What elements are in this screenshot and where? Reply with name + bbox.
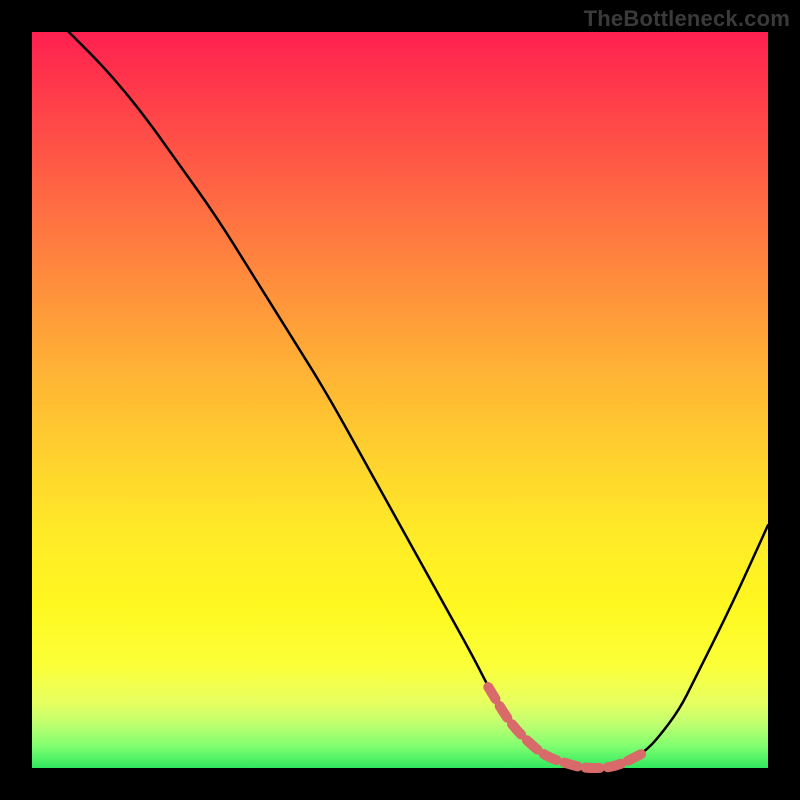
plot-area	[32, 32, 768, 768]
chart-svg	[32, 32, 768, 768]
optimal-range-highlight	[488, 687, 643, 768]
bottleneck-curve	[69, 32, 768, 768]
watermark-text: TheBottleneck.com	[584, 6, 790, 32]
chart-container: TheBottleneck.com	[0, 0, 800, 800]
